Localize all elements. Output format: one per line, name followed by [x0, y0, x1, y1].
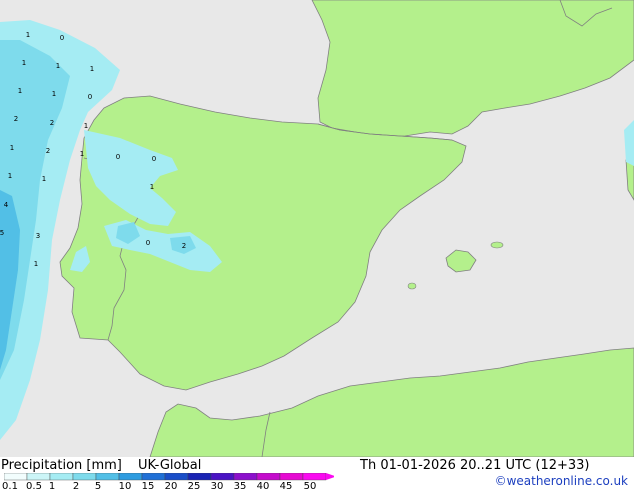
map-label: 0: [116, 153, 120, 161]
scale-tick-label: 2: [72, 481, 80, 492]
scale-tick-label: 50: [303, 481, 317, 492]
scale-tick-label: 40: [256, 481, 270, 492]
map-label: 1: [18, 87, 22, 95]
scale-swatch: [256, 473, 281, 481]
scale-arrow: [326, 473, 334, 480]
land-ibiza: [407, 282, 417, 290]
scale-tick-label: 5: [94, 481, 102, 492]
scale-swatch: [210, 473, 235, 481]
scale-tick-label: 0.1: [2, 481, 18, 492]
map-canvas: 1 0 1 1 1 1 1 0 2 2 1 1 2 1 1 1 4 0 1 0 …: [0, 0, 634, 458]
map-label: 2: [46, 147, 50, 155]
map-label: 2: [182, 242, 186, 250]
map-label: 2: [50, 119, 54, 127]
scale-swatch: [72, 473, 97, 481]
map-label: 0: [60, 34, 64, 42]
map-footer: Precipitation [mm] UK-Global Th 01-01-20…: [0, 457, 634, 492]
precipitation-map: 1 0 1 1 1 1 1 0 2 2 1 1 2 1 1 1 4 0 1 0 …: [0, 0, 634, 458]
scale-tick-label: 45: [279, 481, 293, 492]
map-label: 1: [56, 62, 60, 70]
map-label: 0: [146, 239, 150, 247]
map-label: 1: [84, 122, 88, 130]
map-label: 1: [80, 150, 84, 158]
map-label: 4: [4, 201, 9, 209]
scale-tick-label: 10: [118, 481, 132, 492]
map-label: 1: [26, 31, 30, 39]
map-label: 1: [42, 175, 46, 183]
scale-swatch: [164, 473, 189, 481]
valid-time: Th 01-01-2026 20..21 UTC (12+33): [360, 458, 590, 473]
map-label: 1: [10, 144, 14, 152]
scale-swatch: [279, 473, 304, 481]
scale-swatch: [49, 473, 74, 481]
scale-tick-label: 20: [164, 481, 178, 492]
scale-swatch: [118, 473, 143, 481]
map-label: 2: [14, 115, 18, 123]
land-menorca: [490, 241, 504, 249]
scale-swatch: [95, 473, 120, 481]
scale-swatch: [233, 473, 258, 481]
scale-swatch: [302, 473, 327, 481]
scale-tick-label: 0.5: [26, 481, 42, 492]
map-label: 1: [34, 260, 38, 268]
scale-tick-label: 35: [233, 481, 247, 492]
map-label: 5: [0, 229, 4, 237]
scale-tick-label: 1: [48, 481, 56, 492]
scale-swatch: [187, 473, 212, 481]
credit-link[interactable]: ©weatheronline.co.uk: [495, 474, 628, 488]
map-label: 1: [8, 172, 12, 180]
scale-tick-label: 30: [210, 481, 224, 492]
map-label: 1: [22, 59, 26, 67]
scale-swatch: [4, 473, 28, 481]
map-label: 1: [150, 183, 154, 191]
model-name: UK-Global: [138, 458, 202, 473]
map-label: 0: [88, 93, 92, 101]
scale-tick-label: 15: [141, 481, 155, 492]
map-label: 3: [36, 232, 40, 240]
scale-swatch: [141, 473, 166, 481]
map-label: 1: [52, 90, 56, 98]
map-label: 0: [152, 155, 156, 163]
product-title: Precipitation [mm]: [1, 458, 122, 473]
map-label: 1: [90, 65, 94, 73]
scale-swatch: [26, 473, 51, 481]
scale-tick-label: 25: [187, 481, 201, 492]
